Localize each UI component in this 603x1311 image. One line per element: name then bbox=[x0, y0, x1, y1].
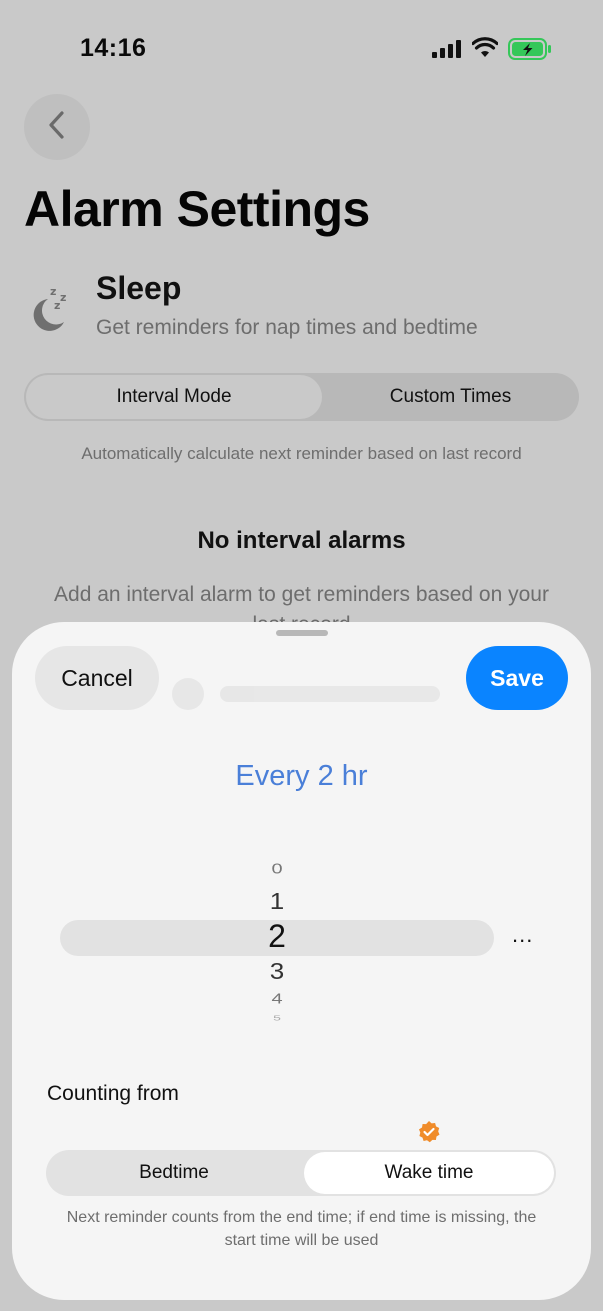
picker-item[interactable]: 5 bbox=[227, 1014, 327, 1022]
back-button[interactable] bbox=[24, 94, 90, 160]
status-bar: 14:16 bbox=[0, 0, 603, 96]
mode-segmented-control: Interval Mode Custom Times bbox=[24, 373, 579, 421]
segment-custom-times[interactable]: Custom Times bbox=[324, 375, 577, 419]
battery-charging-icon bbox=[508, 37, 552, 66]
section-title: Sleep bbox=[96, 270, 182, 306]
sheet-grabber[interactable] bbox=[276, 630, 328, 636]
picker-item[interactable]: 3 bbox=[227, 958, 327, 986]
counting-from-note: Next reminder counts from the end time; … bbox=[66, 1209, 537, 1249]
sleep-moon-icon: z z z bbox=[26, 282, 74, 332]
verified-badge-icon bbox=[417, 1120, 441, 1149]
hour-picker-wheel[interactable]: 0 1 2 3 4 5 ... bbox=[12, 854, 591, 1034]
cancel-button[interactable]: Cancel bbox=[35, 646, 159, 710]
status-time: 14:16 bbox=[80, 34, 147, 62]
mode-description: Automatically calculate next reminder ba… bbox=[81, 444, 522, 463]
segment-wake-time[interactable]: Wake time bbox=[304, 1152, 554, 1194]
segment-interval-mode[interactable]: Interval Mode bbox=[26, 375, 322, 419]
picker-item[interactable]: 1 bbox=[227, 888, 327, 916]
empty-state-title: No interval alarms bbox=[197, 527, 406, 554]
background-placeholder-row bbox=[172, 674, 452, 714]
segment-bedtime[interactable]: Bedtime bbox=[48, 1152, 300, 1194]
more-options-icon[interactable]: ... bbox=[512, 922, 533, 948]
counting-from-label: Counting from bbox=[47, 1082, 179, 1105]
svg-text:z: z bbox=[50, 285, 56, 298]
picker-item[interactable]: 0 bbox=[227, 861, 327, 878]
interval-summary: Every 2 hr bbox=[235, 760, 368, 792]
section-subtitle: Get reminders for nap times and bedtime bbox=[96, 316, 478, 339]
interval-alarm-sheet: Cancel Save Every 2 hr 0 1 2 3 4 5 ... C… bbox=[12, 622, 591, 1300]
picker-item-selected[interactable]: 2 bbox=[227, 918, 327, 955]
page-title: Alarm Settings bbox=[24, 181, 370, 237]
cellular-signal-icon bbox=[432, 40, 462, 63]
save-button[interactable]: Save bbox=[466, 646, 568, 710]
svg-text:z: z bbox=[60, 291, 66, 304]
wifi-icon bbox=[471, 37, 499, 64]
chevron-left-icon bbox=[46, 109, 68, 146]
counting-from-segmented-control: Bedtime Wake time bbox=[46, 1150, 556, 1196]
svg-text:z: z bbox=[54, 299, 60, 312]
picker-item[interactable]: 4 bbox=[227, 991, 327, 1008]
